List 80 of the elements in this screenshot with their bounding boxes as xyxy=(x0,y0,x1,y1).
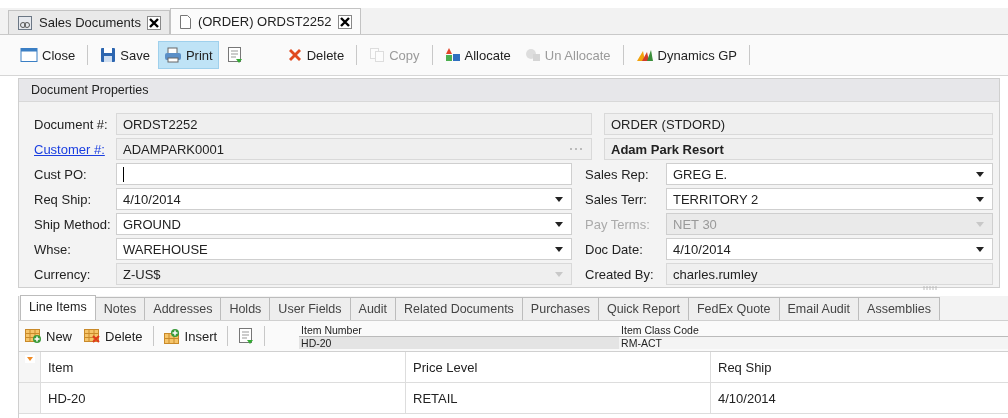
dropdown-field[interactable]: Z-US$ xyxy=(116,263,572,285)
detail-tab[interactable]: Audit xyxy=(349,297,397,320)
document-tab[interactable]: Sales Documents xyxy=(8,10,170,34)
input-field[interactable] xyxy=(116,163,572,185)
dropdown-field[interactable]: 4/10/2014 xyxy=(666,238,993,260)
detail-tab[interactable]: Line Items xyxy=(20,295,96,320)
toolbar-button[interactable]: Dynamics GP xyxy=(629,41,744,69)
detail-tab[interactable]: Holds xyxy=(220,297,271,320)
toolbar-button[interactable]: Insert xyxy=(157,322,224,350)
field-label: Sales Rep: xyxy=(584,166,650,182)
field-label: Ship Method: xyxy=(34,216,112,232)
dropdown-arrow-icon[interactable] xyxy=(976,196,984,202)
field-label: Doc Date: xyxy=(584,241,644,257)
field-label: Pay Terms: xyxy=(584,216,651,232)
detail-tab[interactable]: FedEx Quote xyxy=(687,297,780,320)
detail-tab[interactable]: Purchases xyxy=(521,297,599,320)
input-field[interactable]: charles.rumley xyxy=(666,263,993,285)
toolbar-button[interactable]: Delete xyxy=(78,322,149,350)
documents-icon xyxy=(17,14,33,31)
info-label: Item Number xyxy=(299,323,620,337)
close-icon[interactable] xyxy=(337,14,352,29)
info-field: Adam Park Resort xyxy=(604,138,993,160)
save-icon xyxy=(100,47,117,63)
dropdown-field[interactable]: 4/10/2014 xyxy=(116,188,572,210)
info-label: Item Class Code xyxy=(619,323,1008,337)
detail-tab[interactable]: Addresses xyxy=(144,297,222,320)
toolbar-button[interactable]: Delete xyxy=(280,41,351,69)
insert-row-icon xyxy=(163,328,181,344)
dropdown-arrow-icon[interactable] xyxy=(976,246,984,252)
document-icon xyxy=(238,327,255,345)
close-icon[interactable] xyxy=(146,15,161,30)
peaks-icon xyxy=(635,48,654,62)
filter-icon[interactable] xyxy=(24,355,35,363)
field-label: Document #: xyxy=(34,116,109,132)
readonly-field[interactable]: ORDST2252 xyxy=(116,113,592,135)
detail-tab[interactable]: Notes xyxy=(94,297,146,320)
copy-icon xyxy=(369,47,386,63)
detail-tab[interactable]: Assemblies xyxy=(858,297,940,320)
detail-tab[interactable]: Email Audit xyxy=(778,297,860,320)
table-cell: HD-20 xyxy=(41,383,406,413)
tab-label: (ORDER) ORDST2252 xyxy=(197,14,332,29)
delete-row-icon xyxy=(84,328,101,344)
document-tab[interactable]: (ORDER) ORDST2252 xyxy=(169,8,361,34)
table-cell-text: 4/10/2014 xyxy=(717,389,777,408)
toolbar-button[interactable]: New xyxy=(19,322,78,350)
dropdown-arrow-icon[interactable] xyxy=(555,246,563,252)
field-label: Whse: xyxy=(34,241,72,257)
dropdown-field[interactable]: GROUND xyxy=(116,213,572,235)
dropdown-arrow-icon[interactable] xyxy=(555,196,563,202)
detail-tab[interactable]: Related Documents xyxy=(395,297,523,320)
field-label: Created By: xyxy=(584,266,655,282)
customer-link[interactable]: Customer #: xyxy=(34,141,116,157)
readonly-field[interactable]: ADAMPARK0001 xyxy=(116,138,592,160)
field-label: Currency: xyxy=(34,266,92,282)
dropdown-arrow-icon[interactable] xyxy=(976,171,984,177)
printer-icon xyxy=(163,47,182,63)
toolbar-button[interactable]: Save xyxy=(94,41,156,69)
tab-label: Sales Documents xyxy=(39,15,141,30)
field-label: Req Ship: xyxy=(34,191,93,207)
shapes-icon xyxy=(444,47,461,63)
resize-grip-icon[interactable] xyxy=(923,286,937,290)
detail-tab[interactable]: User Fields xyxy=(269,297,351,320)
toolbar-button[interactable]: Close xyxy=(14,41,82,69)
add-row-icon xyxy=(25,328,42,344)
field-label: Sales Terr: xyxy=(584,191,648,207)
detail-tab[interactable]: Quick Report xyxy=(597,297,689,320)
dropdown-field[interactable]: TERRITORY 2 xyxy=(666,188,993,210)
table-cell: RETAIL xyxy=(406,383,711,413)
dropdown-arrow-icon[interactable] xyxy=(555,221,563,227)
page-icon xyxy=(178,13,192,30)
panel-header: Document Properties xyxy=(19,79,999,102)
shapes-icon xyxy=(524,47,541,63)
window-icon xyxy=(20,47,38,63)
toolbar-button[interactable]: Allocate xyxy=(438,41,517,69)
field-label: Cust PO: xyxy=(34,166,88,182)
toolbar-button[interactable]: Print xyxy=(157,41,219,69)
dropdown-field[interactable]: WAREHOUSE xyxy=(116,238,572,260)
document-icon xyxy=(226,46,243,64)
dropdown-field[interactable]: GREG E. xyxy=(666,163,993,185)
info-field: ORDER (STDORD) xyxy=(604,113,993,135)
